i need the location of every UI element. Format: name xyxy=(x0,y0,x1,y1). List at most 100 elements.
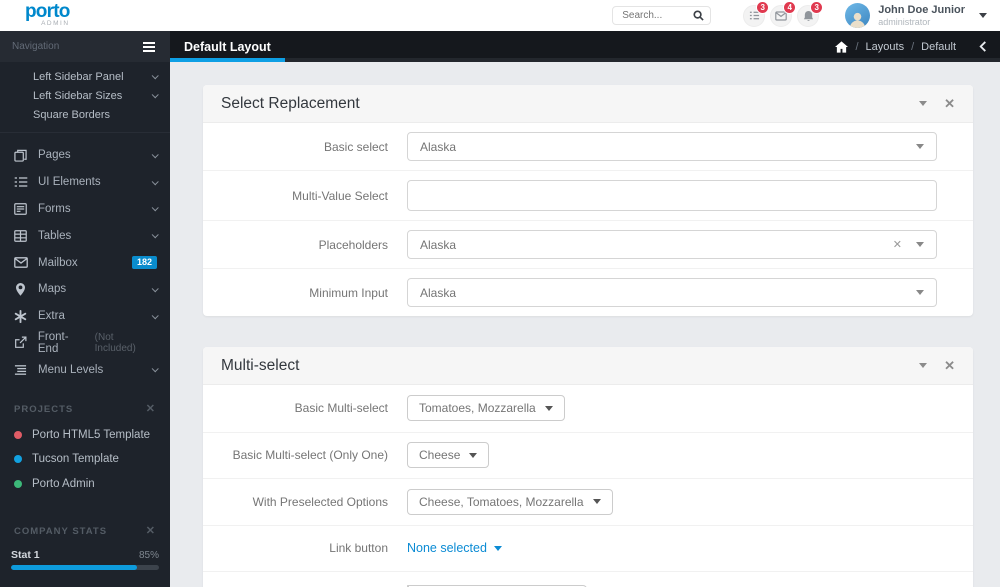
alerts-badge: 3 xyxy=(810,0,824,14)
logo[interactable]: porto ADMIN xyxy=(0,2,170,30)
user-role: administrator xyxy=(878,16,931,27)
hamburger-icon[interactable] xyxy=(140,39,158,55)
tasks-button[interactable]: 3 xyxy=(743,0,770,27)
user-menu[interactable]: John Doe Junior administrator xyxy=(843,3,1000,28)
blue-dot-icon xyxy=(14,455,22,464)
clear-icon[interactable]: ✕ xyxy=(893,238,902,251)
mailbox-icon xyxy=(13,257,28,268)
form-label: Link button xyxy=(329,541,388,556)
forms-icon xyxy=(13,203,28,215)
panel-collapse-button[interactable] xyxy=(919,363,928,368)
form-label: Multi-Value Select xyxy=(292,188,388,203)
stat-value: 85% xyxy=(138,549,159,561)
panel-collapse-button[interactable] xyxy=(919,101,928,106)
panel-close-button[interactable]: ✕ xyxy=(944,359,955,372)
green-dot-icon xyxy=(14,479,22,488)
sidebar-item-ui-elements[interactable]: UI Elements xyxy=(0,169,170,196)
panel-multi-select: Multi-select ✕ Basic Multi-select Tomato… xyxy=(203,347,973,587)
project-porto-admin[interactable]: Porto Admin xyxy=(0,472,170,496)
header-search-input[interactable] xyxy=(622,10,694,21)
chevron-down-icon xyxy=(469,452,478,458)
sidebar-item-forms[interactable]: Forms xyxy=(0,196,170,223)
link-button-none-selected[interactable]: None selected xyxy=(407,541,502,555)
pages-icon xyxy=(13,149,28,162)
preselected-options-button[interactable]: Cheese, Tomatoes, Mozzarella xyxy=(407,488,613,515)
panel-title: Select Replacement xyxy=(221,94,360,112)
sidebar-item-left-sidebar-panel[interactable]: Left Sidebar Panel xyxy=(0,67,170,86)
panel-select-replacement: Select Replacement ✕ Basic select Alaska xyxy=(203,85,973,316)
sidebar-item-maps[interactable]: Maps xyxy=(0,276,170,303)
close-icon[interactable]: ✕ xyxy=(146,404,156,415)
extra-icon xyxy=(13,309,28,323)
sidebar-search-input[interactable] xyxy=(12,41,140,52)
chevron-down-icon xyxy=(493,545,502,551)
form-label: Basic Multi-select xyxy=(294,401,388,416)
ui-elements-icon xyxy=(13,176,28,188)
home-icon[interactable] xyxy=(835,40,849,53)
form-label: With Preselected Options xyxy=(252,494,388,509)
projects-section: PROJECTS ✕ Porto HTML5 Template Tucson T… xyxy=(0,404,170,496)
chevron-down-icon xyxy=(979,13,987,18)
chevron-down-icon xyxy=(151,285,159,293)
main-content: Select Replacement ✕ Basic select Alaska xyxy=(170,62,1000,587)
front-end-icon xyxy=(13,336,28,349)
app-window: porto ADMIN Search... 3 4 3 John Doe Jun… xyxy=(0,0,1000,587)
projects-title: PROJECTS xyxy=(14,404,74,416)
alerts-button[interactable]: 3 xyxy=(797,0,824,27)
sidebar-menu: Pages UI Elements Forms Tables Mailbox 1… xyxy=(0,133,170,383)
menu-levels-icon xyxy=(13,364,28,376)
multiselect-only-one-button[interactable]: Cheese xyxy=(407,442,490,469)
tables-icon xyxy=(13,229,28,242)
sidebar-item-mailbox[interactable]: Mailbox 182 xyxy=(0,249,170,276)
project-tucson[interactable]: Tucson Template xyxy=(0,447,170,471)
sidebar-item-front-end[interactable]: Front-End (Not Included) xyxy=(0,330,170,357)
header: porto ADMIN Search... 3 4 3 John Doe Jun… xyxy=(0,0,1000,31)
multi-value-select-input[interactable] xyxy=(407,180,937,211)
chevron-left-icon[interactable] xyxy=(979,41,987,52)
sidebar: Left Sidebar Panel Left Sidebar Sizes Sq… xyxy=(0,62,170,587)
breadcrumb-layouts[interactable]: Layouts xyxy=(866,41,905,53)
sidebar-item-left-sidebar-sizes[interactable]: Left Sidebar Sizes xyxy=(0,86,170,105)
front-end-note: (Not Included) xyxy=(94,331,136,354)
red-dot-icon xyxy=(14,431,22,440)
logo-brand: porto xyxy=(25,0,70,22)
chevron-down-icon xyxy=(151,311,159,320)
breadcrumb-default[interactable]: Default xyxy=(921,41,956,53)
notification-buttons: 3 4 3 xyxy=(743,0,824,27)
panel-title: Multi-select xyxy=(221,356,300,374)
placeholders-select[interactable]: Alaska ✕ xyxy=(407,230,937,259)
panel-close-button[interactable]: ✕ xyxy=(944,97,955,110)
messages-button[interactable]: 4 xyxy=(770,0,797,27)
sidebar-item-menu-levels[interactable]: Menu Levels xyxy=(0,356,170,383)
chevron-down-icon xyxy=(916,242,924,247)
chevron-down-icon xyxy=(916,290,924,295)
chevron-down-icon xyxy=(151,151,159,159)
chevron-down-icon xyxy=(151,72,159,80)
stat-progress xyxy=(11,564,159,570)
header-search[interactable] xyxy=(612,6,712,25)
chevron-down-icon xyxy=(151,91,159,99)
sidebar-item-extra[interactable]: Extra xyxy=(0,303,170,330)
tab-bar: Default Layout / Layouts / Default xyxy=(170,31,1000,62)
chevron-down-icon xyxy=(151,365,159,373)
chevron-down-icon xyxy=(592,499,601,505)
chevron-down-icon xyxy=(151,231,159,239)
chevron-down-icon xyxy=(916,144,924,149)
sidebar-item-square-borders[interactable]: Square Borders xyxy=(0,105,170,124)
breadcrumb-separator: / xyxy=(911,40,915,53)
chevron-down-icon xyxy=(544,405,553,411)
search-icon[interactable] xyxy=(693,10,704,21)
stat-progress-fill xyxy=(11,564,137,570)
messages-badge: 4 xyxy=(783,0,797,14)
basic-select[interactable]: Alaska xyxy=(407,132,937,161)
minimum-input-select[interactable]: Alaska xyxy=(407,278,937,307)
tab-default-layout[interactable]: Default Layout xyxy=(170,31,285,62)
maps-icon xyxy=(13,282,28,296)
sidebar-item-pages[interactable]: Pages xyxy=(0,142,170,169)
project-porto-html5[interactable]: Porto HTML5 Template xyxy=(0,423,170,447)
sidebar-header xyxy=(0,31,170,62)
basic-multiselect-button[interactable]: Tomatoes, Mozzarella xyxy=(407,395,565,422)
close-icon[interactable]: ✕ xyxy=(146,525,156,537)
company-stats-section: COMPANY STATS ✕ Stat 1 85% xyxy=(0,525,170,570)
sidebar-item-tables[interactable]: Tables xyxy=(0,222,170,249)
